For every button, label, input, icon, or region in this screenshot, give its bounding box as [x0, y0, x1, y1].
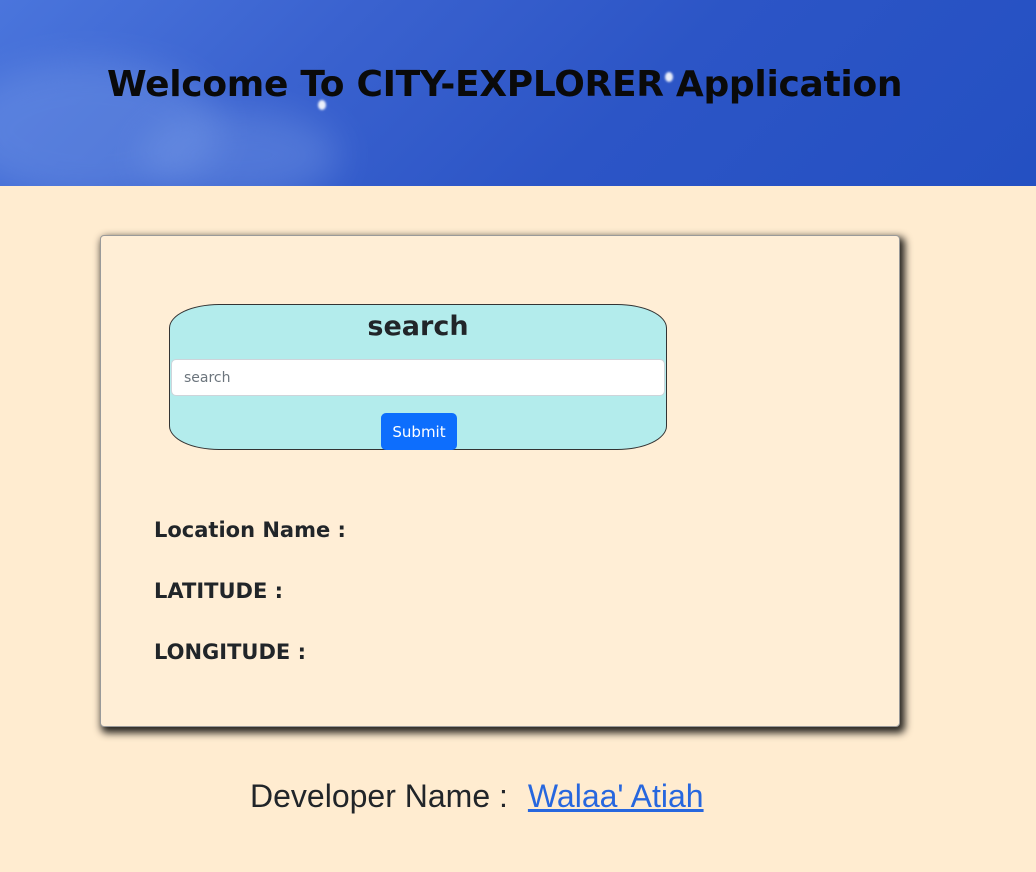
developer-label: Developer Name : — [250, 778, 508, 814]
latitude-label: LATITUDE : — [154, 579, 284, 603]
longitude-label: LONGITUDE : — [154, 640, 306, 664]
location-name-label: Location Name : — [154, 518, 346, 542]
search-form: search Submit — [169, 304, 667, 450]
search-heading: search — [367, 311, 469, 342]
search-input[interactable] — [171, 359, 665, 396]
page-title: Welcome To CITY-EXPLORER Application — [107, 64, 903, 105]
main-card: search Submit Location Name : LATITUDE :… — [100, 235, 900, 727]
developer-name-link[interactable]: Walaa' Atiah — [528, 778, 704, 814]
footer: Developer Name : Walaa' Atiah — [250, 778, 704, 815]
submit-button[interactable]: Submit — [381, 413, 457, 450]
header-banner: Welcome To CITY-EXPLORER Application — [0, 0, 1036, 186]
